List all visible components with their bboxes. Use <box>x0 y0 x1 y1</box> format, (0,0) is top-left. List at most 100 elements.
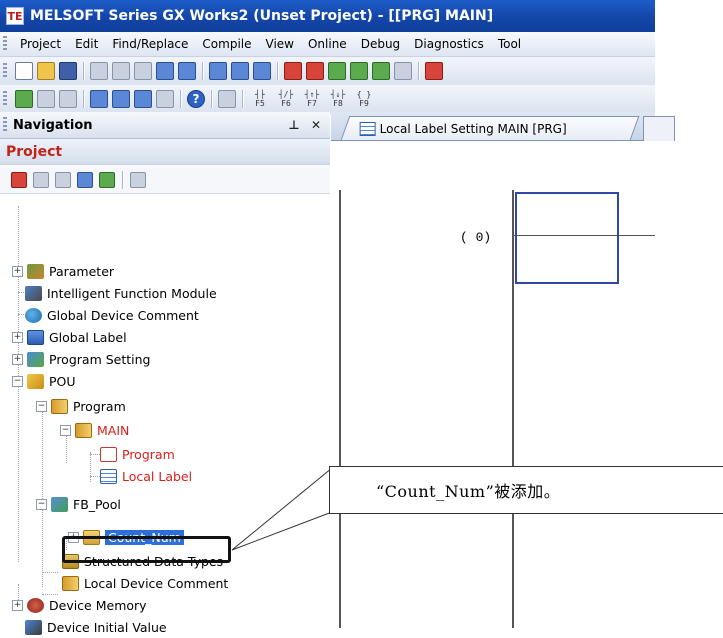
toolbar-separator <box>202 62 203 80</box>
menu-bar: Project Edit Find/Replace Compile View O… <box>0 32 655 57</box>
tab-local-label-setting[interactable]: Local Label Setting MAIN [PRG] <box>340 116 640 140</box>
menu-online[interactable]: Online <box>301 37 354 51</box>
open-contact-icon[interactable]: ┤├ F5 <box>249 90 271 108</box>
menu-find-replace[interactable]: Find/Replace <box>105 37 195 51</box>
navigation-toggle-icon[interactable] <box>15 90 33 108</box>
collapse-icon[interactable]: − <box>36 498 47 510</box>
tree-item-label: Parameter <box>49 263 115 279</box>
tree-item-label: POU <box>49 373 76 389</box>
tree-item-label: Global Device Comment <box>47 307 199 323</box>
toolbar-separator <box>83 90 84 108</box>
monitor-start-icon[interactable] <box>328 62 346 80</box>
monitor-stop-icon[interactable] <box>350 62 368 80</box>
tree-item-program-folder[interactable]: − Program <box>36 395 126 417</box>
tree-item-device-memory[interactable]: + Device Memory <box>12 594 147 616</box>
device-list-icon[interactable] <box>231 62 249 80</box>
collapse-icon[interactable]: − <box>12 375 23 387</box>
menu-diagnostics[interactable]: Diagnostics <box>407 37 491 51</box>
close-icon[interactable]: ✕ <box>308 118 324 132</box>
toolbar-separator <box>242 90 243 108</box>
expand-icon[interactable]: + <box>12 331 23 343</box>
tree-item-pou[interactable]: − POU <box>12 370 76 392</box>
device-check-icon[interactable] <box>253 62 271 80</box>
paste-data-icon[interactable] <box>55 171 71 188</box>
tree-item-local-label[interactable]: Local Label <box>100 465 192 487</box>
menu-view[interactable]: View <box>259 37 301 51</box>
tree-item-program-setting[interactable]: + Program Setting <box>12 348 150 370</box>
title-bar: TE MELSOFT Series GX Works2 (Unset Proje… <box>0 0 655 32</box>
callout-text: “Count_Num”被添加。 <box>376 482 561 501</box>
partner-icon[interactable] <box>37 90 55 108</box>
device-search-icon[interactable] <box>134 90 152 108</box>
project-header[interactable]: Project <box>0 139 330 165</box>
write-plc-icon[interactable] <box>306 62 324 80</box>
undo-icon[interactable] <box>156 62 174 80</box>
tree-item-global-label[interactable]: + Global Label <box>12 326 127 348</box>
monitor-write-icon[interactable] <box>372 62 390 80</box>
tree-item-device-initial-value[interactable]: Device Initial Value <box>25 616 167 638</box>
tree-item-parameter[interactable]: + Parameter <box>12 260 114 282</box>
menu-project[interactable]: Project <box>13 37 68 51</box>
help-icon[interactable]: ? <box>187 90 205 108</box>
copy-data-icon[interactable] <box>33 171 49 188</box>
ladder-cursor[interactable] <box>515 192 619 284</box>
toolbar-separator <box>211 90 212 108</box>
sort-icon[interactable] <box>130 171 146 188</box>
tree-item-intelligent-function-module[interactable]: Intelligent Function Module <box>25 282 217 304</box>
read-plc-icon[interactable] <box>284 62 302 80</box>
menu-compile[interactable]: Compile <box>195 37 258 51</box>
device-display-icon[interactable] <box>112 90 130 108</box>
device-batch-icon[interactable] <box>209 62 227 80</box>
rising-contact-icon[interactable]: ┤↑├ F7 <box>301 90 323 108</box>
menu-tool[interactable]: Tool <box>491 37 528 51</box>
pin-icon[interactable]: ⊥ <box>286 118 302 132</box>
grip-icon <box>3 91 7 107</box>
tree-item-label: Global Label <box>49 329 127 345</box>
copy-icon[interactable] <box>112 62 130 80</box>
closed-contact-icon[interactable]: ┤/├ F6 <box>275 90 297 108</box>
collapse-icon[interactable]: − <box>36 400 47 412</box>
binoculars-icon[interactable] <box>218 90 236 108</box>
falling-contact-icon[interactable]: ┤↓├ F8 <box>327 90 349 108</box>
menu-edit[interactable]: Edit <box>68 37 105 51</box>
instruction-icon[interactable]: { } F9 <box>353 90 375 108</box>
tree-item-label: FB_Pool <box>73 496 121 512</box>
output-window-icon[interactable] <box>59 90 77 108</box>
toolbar-separator <box>418 62 419 80</box>
tree-item-fb-pool[interactable]: − FB_Pool <box>36 493 121 515</box>
expand-icon[interactable]: + <box>12 353 23 365</box>
tree-item-label: MAIN <box>97 422 130 438</box>
tree-item-label: Program <box>122 446 175 462</box>
device-comment-icon[interactable] <box>90 90 108 108</box>
simulation-icon[interactable] <box>425 62 443 80</box>
new-file-icon[interactable] <box>15 62 33 80</box>
annotation-callout: “Count_Num”被添加。 <box>329 466 723 514</box>
property-icon[interactable] <box>77 171 93 188</box>
menu-debug[interactable]: Debug <box>354 37 407 51</box>
tree-item-label: Local Label <box>122 468 193 484</box>
cut-icon[interactable] <box>90 62 108 80</box>
tree-item-main[interactable]: − MAIN <box>60 419 129 441</box>
tree-item-global-device-comment[interactable]: Global Device Comment <box>25 304 199 326</box>
tree-item-label: Device Initial Value <box>47 619 167 635</box>
redo-icon[interactable] <box>178 62 196 80</box>
toolbar-separator <box>277 62 278 80</box>
paste-icon[interactable] <box>134 62 152 80</box>
tree-item-main-program[interactable]: Program <box>100 443 175 465</box>
debug-icon[interactable] <box>394 62 412 80</box>
collapse-icon[interactable]: − <box>60 424 71 436</box>
local-label-icon <box>100 468 117 484</box>
tree-item-label: Intelligent Function Module <box>47 285 217 301</box>
refresh-icon[interactable] <box>99 171 115 188</box>
zoom-icon[interactable] <box>156 90 174 108</box>
parameter-icon <box>27 263 44 279</box>
save-icon[interactable] <box>59 62 77 80</box>
expand-icon[interactable]: + <box>12 599 23 611</box>
new-data-icon[interactable] <box>11 171 27 188</box>
open-folder-icon[interactable] <box>37 62 55 80</box>
tab-main-program[interactable] <box>643 116 675 141</box>
expand-icon[interactable]: + <box>12 265 23 277</box>
tree-item-local-device-comment[interactable]: Local Device Comment <box>62 572 228 594</box>
tree-item-label: Device Memory <box>49 597 147 613</box>
tree-item-label: Program Setting <box>49 351 151 367</box>
